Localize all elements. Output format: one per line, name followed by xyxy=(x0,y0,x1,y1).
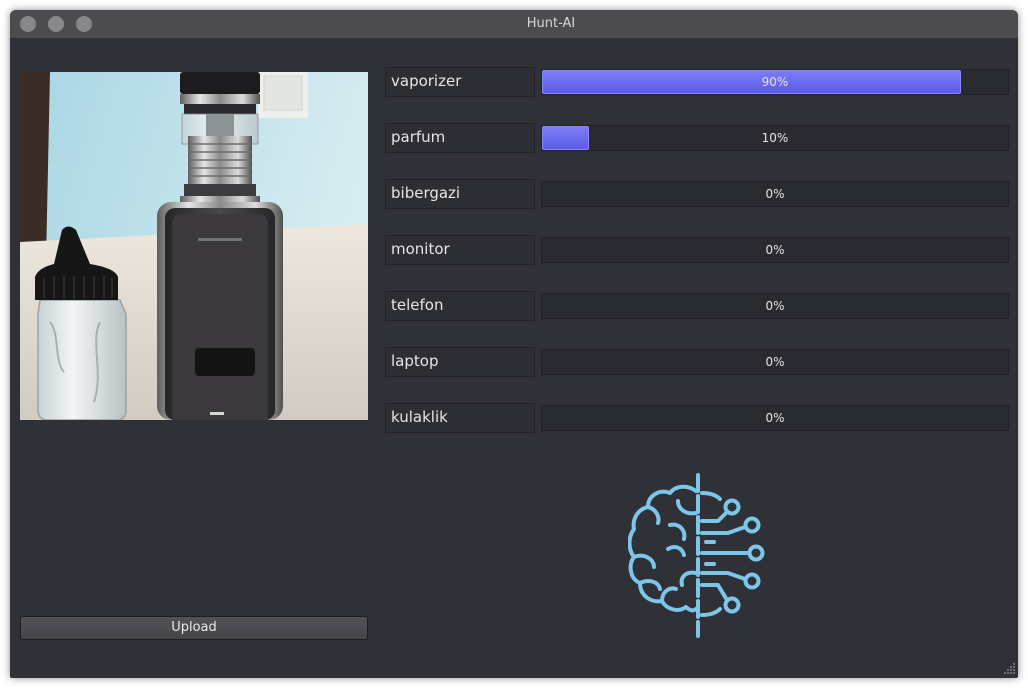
prediction-row: kulaklik 0% xyxy=(385,403,1009,433)
confidence-text: 0% xyxy=(765,355,785,369)
class-label: laptop xyxy=(385,347,535,377)
confidence-text: 0% xyxy=(765,411,785,425)
upload-button[interactable]: Upload xyxy=(20,616,368,640)
confidence-bar: 0% xyxy=(541,293,1009,319)
confidence-bar: 0% xyxy=(541,237,1009,263)
class-label: kulaklik xyxy=(385,403,535,433)
confidence-bar: 0% xyxy=(541,349,1009,375)
class-label: monitor xyxy=(385,235,535,265)
confidence-bar: 10% xyxy=(541,125,1009,151)
confidence-text: 10% xyxy=(761,131,789,145)
confidence-text: 0% xyxy=(765,299,785,313)
resize-grip[interactable] xyxy=(1004,662,1016,674)
confidence-text: 0% xyxy=(765,187,785,201)
app-window: Hunt-AI Upload vaporizer 90% parfum 10% … xyxy=(10,10,1018,678)
brain-circuit-icon xyxy=(628,473,765,638)
prediction-row: laptop 0% xyxy=(385,347,1009,377)
uploaded-photo xyxy=(20,72,368,420)
prediction-row: telefon 0% xyxy=(385,291,1009,321)
confidence-bar: 0% xyxy=(541,405,1009,431)
class-label: parfum xyxy=(385,123,535,153)
confidence-text: 0% xyxy=(765,243,785,257)
class-label: bibergazi xyxy=(385,179,535,209)
prediction-list: vaporizer 90% parfum 10% bibergazi 0% mo… xyxy=(385,67,1009,433)
class-label: telefon xyxy=(385,291,535,321)
title-bar[interactable]: Hunt-AI xyxy=(10,10,1018,38)
window-title: Hunt-AI xyxy=(526,16,576,31)
prediction-row: parfum 10% xyxy=(385,123,1009,153)
class-label: vaporizer xyxy=(385,67,535,97)
confidence-text: 90% xyxy=(761,75,789,89)
image-preview xyxy=(20,72,368,420)
prediction-row: vaporizer 90% xyxy=(385,67,1009,97)
confidence-bar: 0% xyxy=(541,181,1009,207)
confidence-bar: 90% xyxy=(541,69,1009,95)
close-button[interactable] xyxy=(20,16,36,32)
prediction-row: monitor 0% xyxy=(385,235,1009,265)
minimize-button[interactable] xyxy=(48,16,64,32)
prediction-row: bibergazi 0% xyxy=(385,179,1009,209)
